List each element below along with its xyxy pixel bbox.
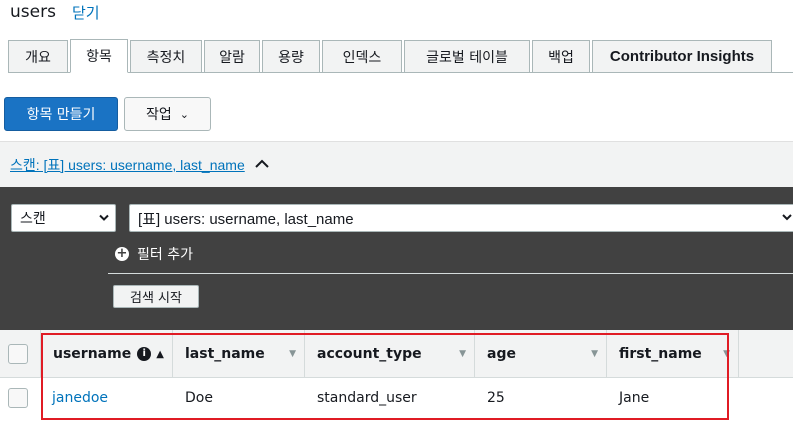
chevron-down-icon: [99, 212, 109, 225]
operation-select-value: 스캔: [20, 211, 46, 227]
table-header-row: username i ▲ last_name ▼ account_type ▼ …: [0, 330, 793, 378]
column-header-last-name[interactable]: last_name ▼: [173, 330, 305, 378]
cell-first-name: Jane: [619, 390, 650, 406]
tab-global-tables[interactable]: 글로벌 테이블: [404, 40, 530, 72]
info-icon[interactable]: i: [137, 347, 152, 361]
table-title: users: [10, 2, 56, 22]
chevron-down-icon: ⌄: [179, 107, 189, 121]
sort-icon: ▼: [723, 349, 730, 359]
page-header: users 닫기: [10, 0, 100, 24]
actions-label: 작업: [146, 107, 172, 123]
column-header-label: account_type: [317, 346, 422, 362]
row-checkbox[interactable]: [8, 388, 28, 408]
table-row[interactable]: janedoe Doe standard_user 25 Jane: [0, 378, 793, 418]
start-search-button[interactable]: 검색 시작: [113, 285, 199, 308]
column-header-label: last_name: [185, 346, 265, 362]
tab-overview[interactable]: 개요: [8, 40, 68, 72]
column-header-first-name[interactable]: first_name ▼: [607, 330, 739, 378]
cell-username[interactable]: janedoe: [40, 378, 173, 418]
chevron-up-icon[interactable]: [255, 157, 269, 173]
sort-icon: ▼: [459, 349, 466, 359]
tab-backups[interactable]: 백업: [532, 40, 590, 72]
add-filter-button[interactable]: + 필터 추가: [115, 243, 193, 265]
column-header-label: first_name: [619, 346, 702, 362]
sort-icon: ▼: [289, 349, 296, 359]
cell-age: 25: [487, 390, 505, 406]
tab-capacity[interactable]: 용량: [262, 40, 320, 72]
actions-dropdown-button[interactable]: 작업 ⌄: [124, 97, 211, 131]
table-index-select[interactable]: [표] users: username, last_name: [129, 204, 793, 232]
panel-divider: [108, 273, 793, 274]
scan-summary-bar: 스캔: [표] users: username, last_name: [0, 141, 793, 187]
chevron-down-icon: [782, 212, 792, 224]
sort-icon: ▼: [591, 349, 598, 359]
operation-select[interactable]: 스캔: [11, 204, 116, 232]
cell-last-name: Doe: [185, 390, 213, 406]
column-header-label: username: [53, 346, 132, 362]
sort-ascending-icon: ▲: [156, 348, 164, 360]
select-all-checkbox[interactable]: [8, 344, 28, 364]
tab-contributor-insights[interactable]: Contributor Insights: [592, 40, 772, 72]
tab-metrics[interactable]: 측정치: [130, 40, 202, 72]
tab-alarms[interactable]: 알람: [204, 40, 260, 72]
column-header-account-type[interactable]: account_type ▼: [305, 330, 475, 378]
tab-items[interactable]: 항목: [70, 39, 128, 73]
scan-summary-link[interactable]: 스캔: [표] users: username, last_name: [10, 155, 245, 175]
table-index-select-value: [표] users: username, last_name: [138, 210, 354, 228]
tab-indexes[interactable]: 인덱스: [322, 40, 402, 72]
close-link[interactable]: 닫기: [72, 2, 100, 23]
column-header-username[interactable]: username i ▲: [40, 330, 173, 378]
column-header-age[interactable]: age ▼: [475, 330, 607, 378]
create-item-button[interactable]: 항목 만들기: [4, 97, 118, 131]
query-panel: 스캔 [표] users: username, last_name + 필터 추…: [0, 187, 793, 330]
plus-icon: +: [115, 246, 129, 261]
cell-account-type: standard_user: [317, 390, 417, 406]
column-header-label: age: [487, 346, 516, 362]
tab-bar: 개요 항목 측정치 알람 용량 인덱스 글로벌 테이블 백업 Contribut…: [8, 39, 793, 73]
add-filter-label: 필터 추가: [137, 247, 193, 263]
results-table: username i ▲ last_name ▼ account_type ▼ …: [0, 330, 793, 426]
